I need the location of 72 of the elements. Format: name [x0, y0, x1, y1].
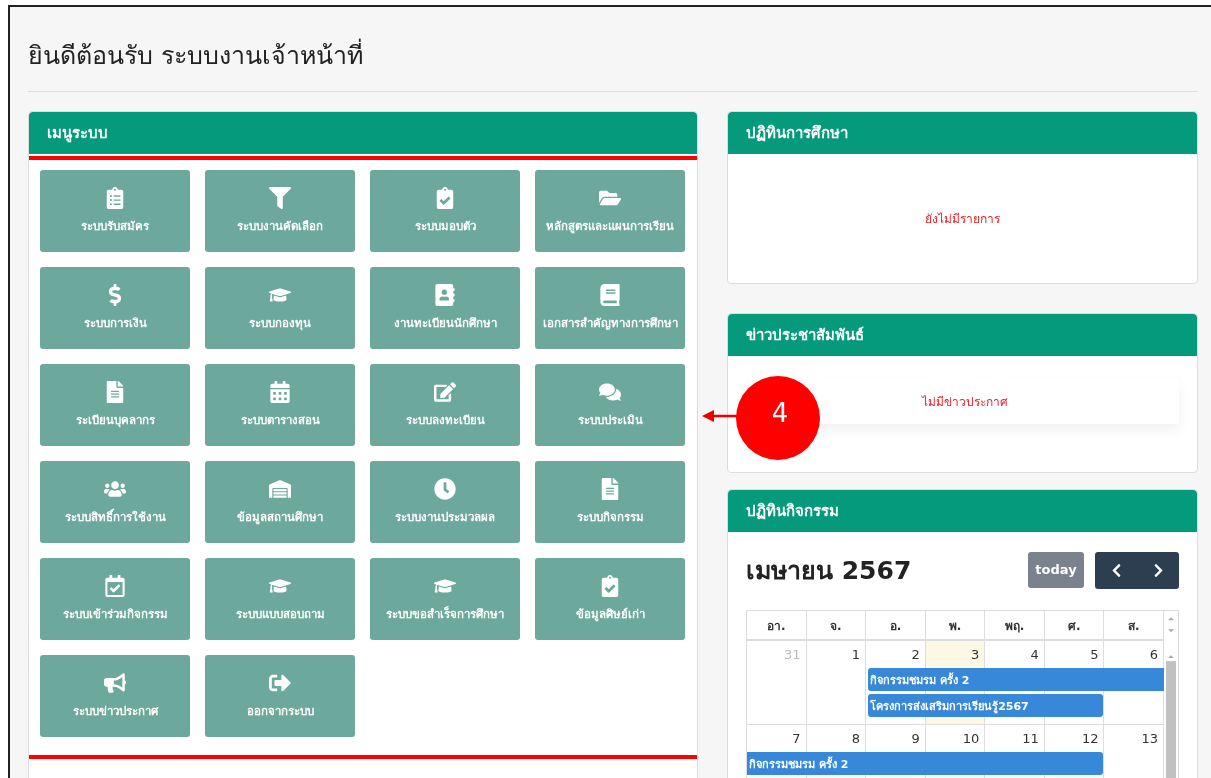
- menu-tile[interactable]: ระบบข่าวประกาศ: [40, 655, 190, 737]
- weekday-header: อ.: [866, 611, 926, 641]
- calendar-icon: [269, 381, 291, 403]
- filter-icon: [269, 187, 291, 209]
- page-title: ยินดีต้อนรับ ระบบงานเจ้าหน้าที่: [28, 7, 1198, 92]
- day-number[interactable]: 8: [845, 725, 867, 749]
- menu-tile[interactable]: ระบบงานประมวลผล: [370, 461, 520, 543]
- day-number[interactable]: 10: [956, 725, 986, 749]
- clipboard-check-icon: [599, 575, 621, 597]
- menu-tile[interactable]: ระบบการเงิน: [40, 267, 190, 349]
- panel-title: เมนูระบบ: [47, 123, 108, 145]
- edit-icon: [434, 381, 456, 403]
- panel-title: ข่าวประชาสัมพันธ์: [746, 325, 864, 346]
- clock-icon: [434, 478, 456, 500]
- menu-tile[interactable]: ระบบแบบสอบถาม: [205, 558, 355, 640]
- menu-tile[interactable]: ระบบสิทธิ์การใช้งาน: [40, 461, 190, 543]
- menu-tile[interactable]: ข้อมูลสถานศึกษา: [205, 461, 355, 543]
- menu-tile[interactable]: ระบบมอบตัว: [370, 170, 520, 252]
- menu-tile[interactable]: ระบบตารางสอน: [205, 364, 355, 446]
- menu-tile[interactable]: งานทะเบียนนักศึกษา: [370, 267, 520, 349]
- clipboard-list-icon: [104, 187, 126, 209]
- menu-tile[interactable]: ระบบกองทุน: [205, 267, 355, 349]
- day-number[interactable]: 4: [1024, 641, 1045, 665]
- clipboard-check-icon: [434, 187, 456, 209]
- building-icon: [269, 478, 291, 500]
- chat-bubbles-icon: [599, 381, 621, 403]
- day-number[interactable]: 1: [845, 641, 867, 665]
- empty-message: ยังไม่มีรายการ: [925, 211, 1000, 228]
- menu-tile[interactable]: ออกจากระบบ: [205, 655, 355, 737]
- weekday-header: ส.: [1104, 611, 1165, 641]
- day-number[interactable]: 11: [1016, 725, 1045, 749]
- day-number[interactable]: 9: [905, 725, 926, 749]
- document-icon: [104, 381, 126, 403]
- sign-out-icon: [269, 672, 291, 694]
- weekday-header: ศ.: [1044, 611, 1105, 641]
- panel-title: ปฏิทินการศึกษา: [746, 123, 848, 144]
- day-number[interactable]: 31: [778, 641, 807, 665]
- menu-tile[interactable]: ระบบเข้าร่วมกิจกรรม: [40, 558, 190, 640]
- users-icon: [104, 478, 126, 500]
- menu-tile[interactable]: ระเบียนบุคลากร: [40, 364, 190, 446]
- contact-book-icon: [434, 284, 456, 306]
- day-number[interactable]: 13: [1135, 725, 1165, 749]
- menu-tile[interactable]: ระบบลงทะเบียน: [370, 364, 520, 446]
- weekday-header: อา.: [747, 611, 807, 641]
- menu-tile[interactable]: ระบบงานคัดเลือก: [205, 170, 355, 252]
- event-bar[interactable]: กิจกรรมชมรม ครั้ง 2: [747, 752, 1104, 775]
- day-number[interactable]: 2: [905, 641, 926, 665]
- today-button[interactable]: today: [1028, 551, 1084, 588]
- day-number[interactable]: 6: [1143, 641, 1165, 665]
- month-title: เมษายน 2567: [746, 555, 912, 587]
- empty-message: ไม่มีข่าวประกาศ: [921, 393, 1008, 411]
- document-icon: [599, 478, 621, 500]
- menu-tile[interactable]: ข้อมูลศิษย์เก่า: [535, 558, 685, 640]
- event-bar[interactable]: กิจกรรมชมรม ครั้ง 2: [868, 668, 1165, 691]
- day-number[interactable]: 7: [786, 725, 807, 749]
- menu-tile[interactable]: เอกสารสำคัญทางการศึกษา: [535, 267, 685, 349]
- weekday-header: จ.: [806, 611, 867, 641]
- menu-tile[interactable]: ระบบกิจกรรม: [535, 461, 685, 543]
- menu-tile[interactable]: หลักสูตรและแผนการเรียน: [535, 170, 685, 252]
- menu-tile[interactable]: ระบบรับสมัคร: [40, 170, 190, 252]
- event-bar[interactable]: โครงการส่งเสริมการเรียนรู้2567: [868, 694, 1104, 717]
- panel-title: ปฏิทินกิจกรรม: [746, 501, 839, 522]
- megaphone-icon: [104, 672, 126, 694]
- day-number[interactable]: 12: [1075, 725, 1105, 749]
- calendar-check-icon: [104, 575, 126, 597]
- menu-tile[interactable]: ระบบขอสำเร็จการศึกษา: [370, 558, 520, 640]
- weekday-header: พฤ.: [985, 611, 1045, 641]
- callout-number: 4: [770, 398, 790, 428]
- book-icon: [599, 284, 621, 306]
- day-number[interactable]: 5: [1084, 641, 1105, 665]
- day-number[interactable]: 3: [965, 641, 986, 665]
- menu-tile[interactable]: ระบบประเมิน: [535, 364, 685, 446]
